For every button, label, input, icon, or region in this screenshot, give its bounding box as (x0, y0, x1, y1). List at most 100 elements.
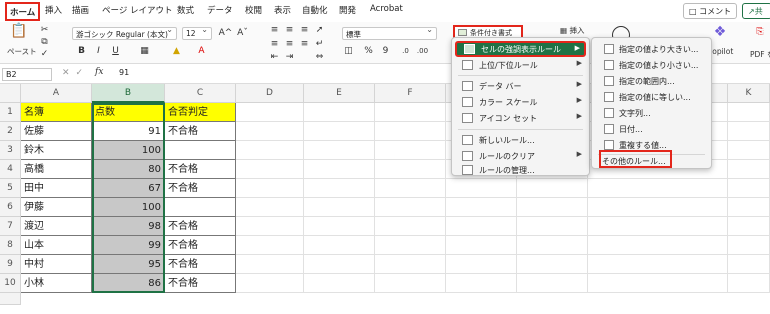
empty-cell[interactable] (446, 236, 517, 255)
pdf-icon[interactable]: ⎘ (753, 26, 767, 44)
select-all-corner[interactable] (0, 84, 21, 103)
row-header-partial[interactable] (0, 293, 21, 305)
format-painter-icon[interactable]: ✓ (38, 48, 51, 61)
formula-input[interactable]: 91 (119, 68, 129, 77)
empty-cell[interactable] (375, 255, 446, 274)
copilot-icon[interactable]: ❖ (710, 25, 730, 46)
empty-cell[interactable] (728, 179, 770, 198)
empty-cell[interactable] (304, 122, 375, 141)
row-header[interactable]: 4 (0, 160, 21, 179)
menu-top-bottom-rules[interactable]: 上位/下位ルール ▶ (455, 57, 586, 73)
empty-cell[interactable] (375, 103, 446, 122)
wrap-text-icon[interactable]: ↵ (313, 38, 326, 51)
cell-name[interactable]: 中村 (21, 255, 92, 274)
cell-score[interactable]: 86 (92, 274, 165, 293)
italic-button[interactable]: I (92, 45, 105, 58)
cell-name[interactable]: 小林 (21, 274, 92, 293)
submenu-more-rules[interactable]: その他のルール... (595, 153, 708, 169)
row-header[interactable]: 8 (0, 236, 21, 255)
tab-automate[interactable]: 自動化 (302, 4, 328, 16)
empty-cell[interactable] (446, 198, 517, 217)
decrease-indent-icon[interactable]: ⇤ (268, 51, 281, 64)
cell-name[interactable]: 伊藤 (21, 198, 92, 217)
submenu-date[interactable]: 日付... (595, 121, 708, 137)
cell-score[interactable]: 100 (92, 198, 165, 217)
empty-cell[interactable] (236, 122, 304, 141)
empty-cell[interactable] (446, 179, 517, 198)
cell-name[interactable]: 山本 (21, 236, 92, 255)
empty-cell[interactable] (375, 179, 446, 198)
empty-cell[interactable] (446, 274, 517, 293)
cell-score[interactable]: 点数 (92, 103, 165, 122)
cell-name[interactable]: 田中 (21, 179, 92, 198)
comment-button[interactable]: □ コメント (683, 3, 737, 19)
empty-cell[interactable] (304, 141, 375, 160)
submenu-between[interactable]: 指定の範囲内... (595, 73, 708, 89)
cell-score[interactable]: 80 (92, 160, 165, 179)
cell-result[interactable]: 不合格 (165, 217, 236, 236)
insert-cells-button[interactable]: ▦ 挿入 (560, 25, 584, 36)
tab-data[interactable]: データ (207, 4, 233, 16)
empty-cell[interactable] (304, 198, 375, 217)
row-header[interactable]: 9 (0, 255, 21, 274)
empty-cell[interactable] (728, 141, 770, 160)
cell-result[interactable]: 不合格 (165, 274, 236, 293)
font-color-icon[interactable]: A (195, 45, 208, 58)
empty-cell[interactable] (304, 179, 375, 198)
cell-result[interactable] (165, 198, 236, 217)
empty-cell[interactable] (728, 103, 770, 122)
tab-page-layout[interactable]: ページ レイアウト (102, 4, 173, 16)
empty-cell[interactable] (728, 160, 770, 179)
tab-formulas[interactable]: 数式 (177, 4, 194, 16)
empty-cell[interactable] (517, 274, 588, 293)
empty-cell[interactable] (728, 122, 770, 141)
cell-name[interactable]: 鈴木 (21, 141, 92, 160)
align-middle-icon[interactable]: ≡ (283, 24, 296, 37)
paste-icon[interactable]: 📋 (9, 24, 29, 43)
row-header[interactable]: 6 (0, 198, 21, 217)
grow-font-button[interactable]: A^ (218, 27, 233, 40)
cell-score[interactable]: 67 (92, 179, 165, 198)
menu-data-bars[interactable]: データ バー ▶ (455, 78, 586, 94)
empty-cell[interactable] (236, 103, 304, 122)
shrink-font-button[interactable]: Aˇ (235, 27, 250, 40)
empty-cell[interactable] (304, 274, 375, 293)
empty-cell[interactable] (304, 217, 375, 236)
empty-cell[interactable] (517, 236, 588, 255)
empty-cell[interactable] (588, 179, 728, 198)
row-header[interactable]: 1 (0, 103, 21, 122)
empty-cell[interactable] (588, 236, 728, 255)
cell-result[interactable]: 不合格 (165, 122, 236, 141)
empty-cell[interactable] (588, 255, 728, 274)
empty-cell[interactable] (304, 255, 375, 274)
increase-indent-icon[interactable]: ⇥ (283, 51, 296, 64)
row-header[interactable]: 5 (0, 179, 21, 198)
empty-cell[interactable] (588, 198, 728, 217)
cancel-icon[interactable]: ✕ (62, 68, 76, 78)
font-size-select[interactable]: 12 (182, 27, 212, 40)
orientation-icon[interactable]: ➚ (313, 24, 326, 37)
empty-cell[interactable] (375, 274, 446, 293)
align-right-icon[interactable]: ≡ (298, 38, 311, 51)
underline-button[interactable]: U (109, 45, 122, 58)
empty-cell[interactable] (375, 122, 446, 141)
cell-score[interactable]: 98 (92, 217, 165, 236)
empty-cell[interactable] (517, 217, 588, 236)
tab-review[interactable]: 校閲 (245, 4, 262, 16)
borders-icon[interactable]: ▦ (138, 45, 151, 58)
cell-result[interactable]: 合否判定 (165, 103, 236, 122)
column-header-e[interactable]: E (304, 84, 375, 103)
row-header[interactable]: 10 (0, 274, 21, 293)
submenu-greater-than[interactable]: 指定の値より大きい... (595, 41, 708, 57)
cell-name[interactable]: 渡辺 (21, 217, 92, 236)
empty-cell[interactable] (446, 255, 517, 274)
row-header[interactable]: 2 (0, 122, 21, 141)
empty-cell[interactable] (304, 160, 375, 179)
empty-cell[interactable] (236, 179, 304, 198)
percent-button[interactable]: % (362, 45, 375, 58)
row-header[interactable]: 3 (0, 141, 21, 160)
column-header-c[interactable]: C (165, 84, 236, 103)
menu-new-rule[interactable]: 新しいルール... (455, 132, 586, 148)
empty-cell[interactable] (728, 236, 770, 255)
cell-name[interactable]: 高橋 (21, 160, 92, 179)
